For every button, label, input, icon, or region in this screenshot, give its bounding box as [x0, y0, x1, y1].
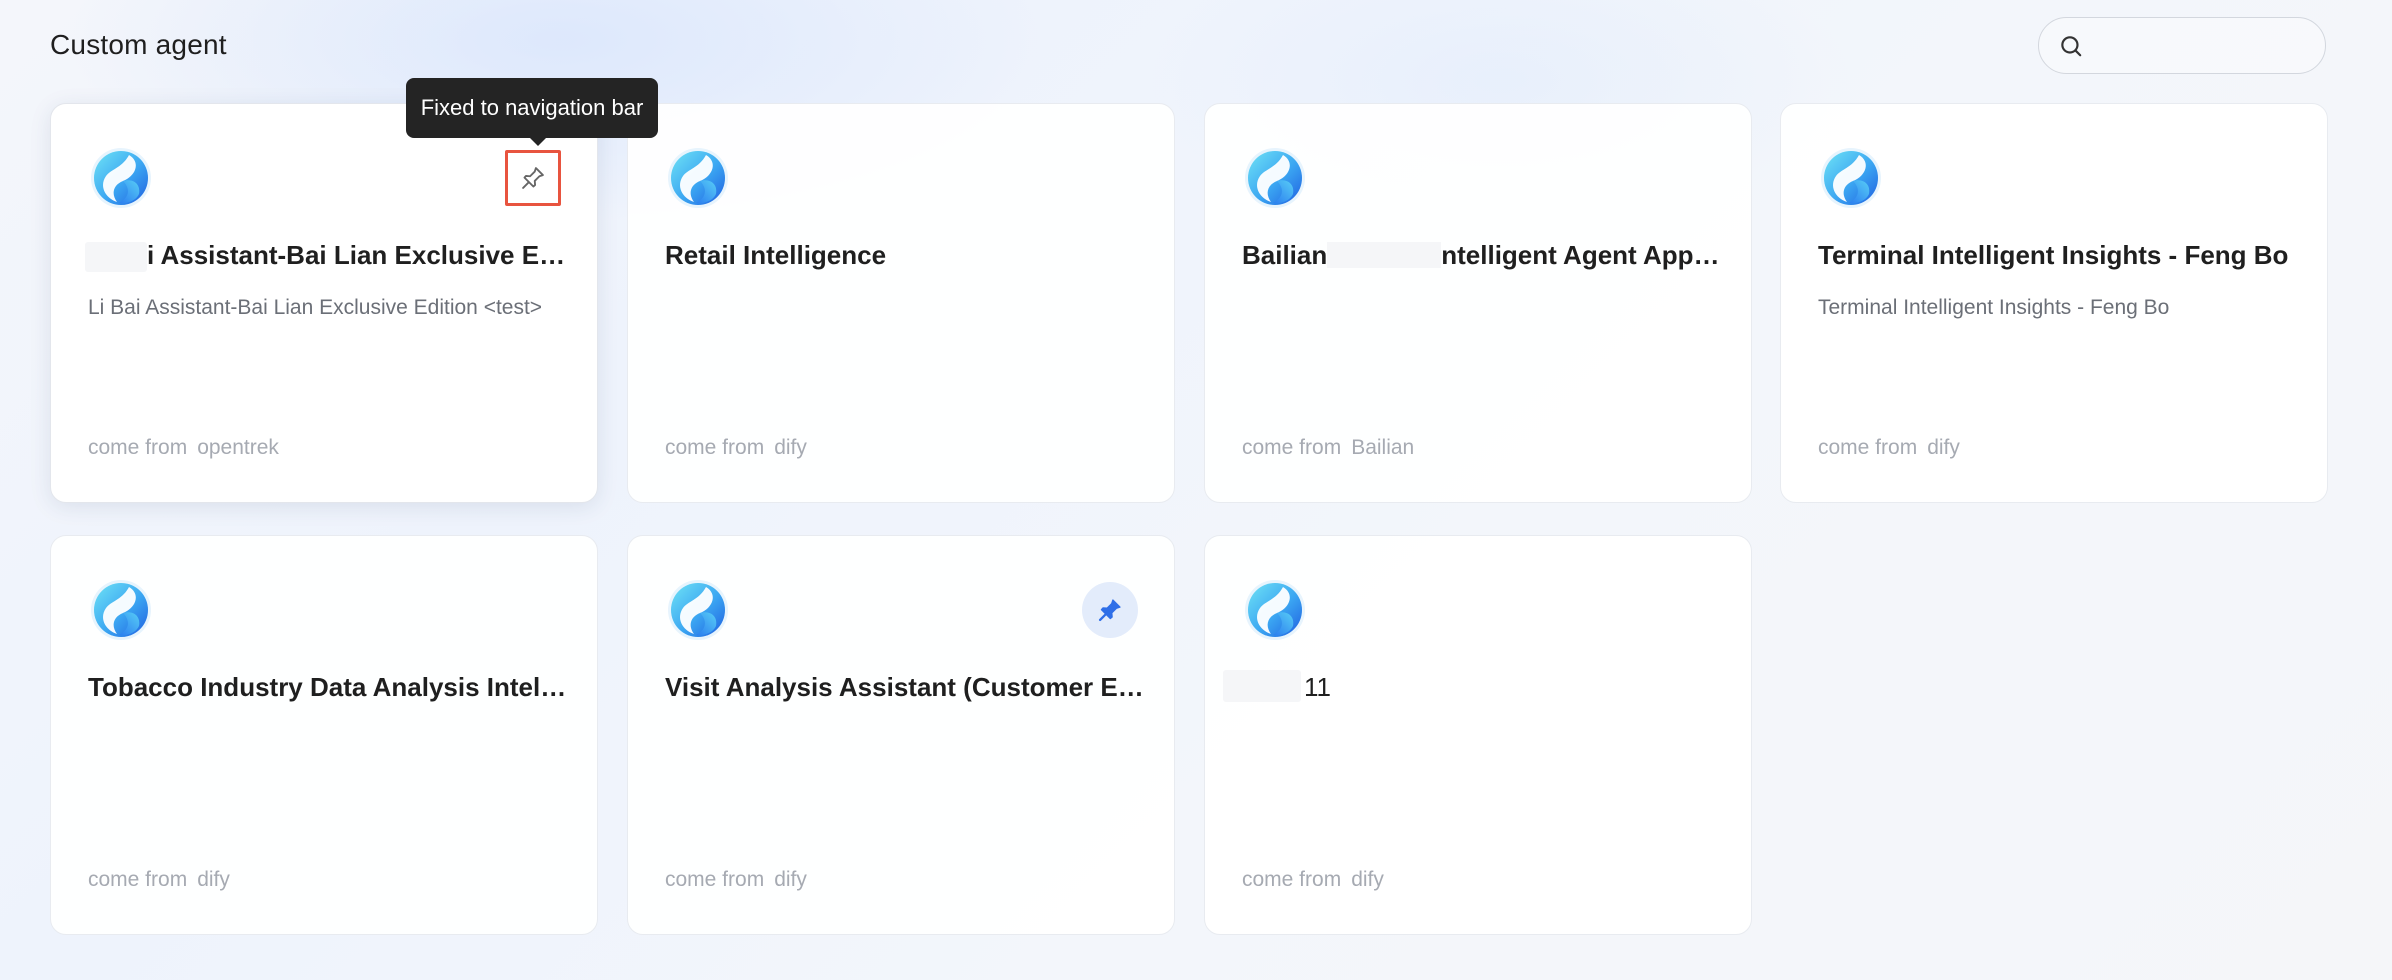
agent-logo-icon	[668, 580, 728, 640]
search-box[interactable]	[2038, 17, 2326, 74]
source-label: come from	[88, 436, 188, 459]
search-input[interactable]	[2093, 18, 2313, 73]
agent-logo-icon	[91, 148, 151, 208]
card-title: i Assistant-Bai Lian Exclusive Edi...	[147, 240, 577, 270]
agent-card[interactable]: i Assistant-Bai Lian Exclusive Edi... Li…	[50, 103, 598, 503]
card-description: Li Bai Assistant-Bai Lian Exclusive Edit…	[88, 296, 543, 319]
agent-logo-icon	[1245, 580, 1305, 640]
agent-logo-icon	[91, 580, 151, 640]
pushpin-icon	[522, 167, 544, 189]
card-title-tail: ntelligent Agent Applic...	[1441, 240, 1722, 270]
source-label: come from	[1242, 436, 1342, 459]
card-title: 11	[1304, 672, 1331, 702]
agent-card[interactable]: Visit Analysis Assistant (Customer Exp..…	[627, 535, 1175, 935]
card-title-head: Bailian	[1242, 240, 1328, 270]
agent-logo-icon	[1821, 148, 1881, 208]
source-value: dify	[774, 868, 807, 891]
redaction-mask	[1223, 670, 1301, 702]
card-title: Retail Intelligence	[665, 240, 887, 270]
card-source: come from dify	[1818, 436, 1960, 460]
source-value: dify	[197, 868, 230, 891]
search-icon	[2061, 35, 2082, 56]
pushpin-icon	[1098, 599, 1121, 622]
card-source: come from opentrek	[88, 436, 279, 460]
source-value: dify	[774, 436, 807, 459]
source-value: dify	[1351, 868, 1384, 891]
agent-card[interactable]: Tobacco Industry Data Analysis Intellig.…	[50, 535, 598, 935]
agent-card[interactable]: 11 come from dify	[1204, 535, 1752, 935]
card-source: come from dify	[1242, 868, 1384, 892]
source-label: come from	[1818, 436, 1918, 459]
agent-card[interactable]: Bailian ntelligent Agent Applic... come f…	[1204, 103, 1752, 503]
source-value: dify	[1927, 436, 1960, 459]
card-source: come from dify	[665, 868, 807, 892]
pin-button-pinned[interactable]	[1082, 582, 1138, 638]
tooltip: Fixed to navigation bar	[406, 78, 658, 146]
agent-logo-icon	[1245, 148, 1305, 208]
redaction-mask	[85, 242, 147, 272]
agent-card[interactable]: Retail Intelligence come from dify	[627, 103, 1175, 503]
pin-button[interactable]	[505, 150, 561, 206]
card-title: Bailian ntelligent Agent Applic...	[1242, 240, 1722, 271]
card-source: come from dify	[88, 868, 230, 892]
card-source: come from Bailian	[1242, 436, 1414, 460]
source-label: come from	[665, 436, 765, 459]
page-title: Custom agent	[50, 29, 227, 60]
card-title: Terminal Intelligent Insights - Feng Bo	[1818, 240, 2289, 270]
source-value: opentrek	[197, 436, 279, 459]
redaction-mask	[1327, 242, 1442, 268]
source-value: Bailian	[1351, 436, 1415, 459]
card-description: Terminal Intelligent Insights - Feng Bo	[1818, 296, 2170, 319]
source-label: come from	[1242, 868, 1342, 891]
agent-logo-icon	[668, 148, 728, 208]
card-source: come from dify	[665, 436, 807, 460]
source-label: come from	[88, 868, 188, 891]
source-label: come from	[665, 868, 765, 891]
card-title: Tobacco Industry Data Analysis Intellig.…	[88, 672, 568, 702]
card-title: Visit Analysis Assistant (Customer Exp..…	[665, 672, 1145, 702]
agent-card[interactable]: Terminal Intelligent Insights - Feng Bo …	[1780, 103, 2328, 503]
